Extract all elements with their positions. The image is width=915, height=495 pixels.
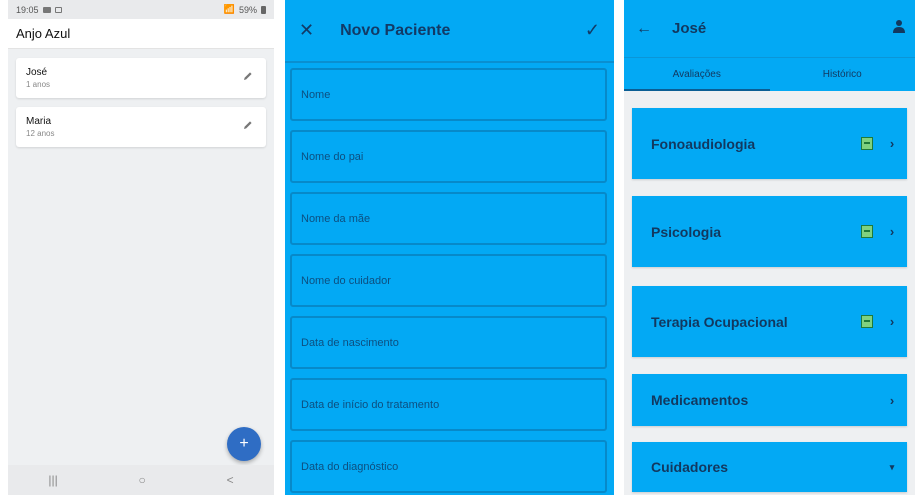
field-placeholder: Nome do pai — [301, 150, 364, 163]
name-field[interactable]: Nome — [290, 68, 607, 121]
tab-label: Avaliações — [672, 69, 721, 80]
tab-label: Histórico — [822, 69, 862, 80]
pdf-icon[interactable] — [861, 137, 873, 150]
home-button[interactable]: ○ — [139, 473, 146, 487]
treatment-start-date-field[interactable]: Data de início do tratamento — [290, 378, 607, 431]
signal-icon: 📶 — [223, 4, 235, 14]
field-placeholder: Nome do cuidador — [301, 274, 391, 287]
field-placeholder: Nome da mãe — [301, 212, 371, 225]
back-arrow-icon[interactable]: ← — [636, 20, 652, 38]
section-label: Fonoaudiologia — [651, 135, 756, 152]
system-nav-bar: ||| ○ < — [8, 465, 274, 495]
mother-name-field[interactable]: Nome da mãe — [290, 192, 607, 245]
section-label: Psicologia — [651, 223, 722, 240]
status-time: 19:05 — [16, 4, 39, 15]
gallery-icon — [42, 6, 51, 13]
pdf-icon[interactable] — [861, 315, 873, 328]
back-button[interactable]: < — [227, 473, 234, 487]
section-label: Terapia Ocupacional — [651, 313, 788, 330]
tab-historico[interactable]: Histórico — [770, 58, 915, 91]
app-title: Anjo Azul — [16, 26, 71, 41]
patient-name: Maria — [26, 116, 52, 127]
section-terapia-ocupacional[interactable]: Terapia Ocupacional › — [632, 286, 907, 357]
patient-list: José 1 anos Maria 12 anos — [16, 58, 266, 156]
birth-date-field[interactable]: Data de nascimento — [290, 316, 607, 369]
field-placeholder: Data de nascimento — [301, 336, 399, 349]
chevron-right-icon: › — [889, 392, 895, 408]
chevron-down-icon: ▾ — [889, 461, 895, 472]
patient-detail-screen: ← José Avaliações Histórico Fonoaudiolog… — [624, 0, 915, 495]
patient-list-screen: 19:05 📶 59% Anjo Azul José 1 anos Maria … — [8, 0, 274, 495]
section-psicologia[interactable]: Psicologia › — [632, 196, 907, 267]
field-placeholder: Data de início do tratamento — [301, 398, 440, 411]
app-bar: ✕ Novo Paciente ✓ — [285, 0, 614, 63]
section-medicamentos[interactable]: Medicamentos › — [632, 374, 907, 426]
field-placeholder: Nome — [301, 88, 331, 101]
status-bar: 19:05 📶 59% — [8, 0, 274, 19]
patient-name: José — [26, 67, 48, 78]
tab-bar: Avaliações Histórico — [624, 57, 915, 91]
edit-icon[interactable] — [242, 118, 254, 136]
check-icon[interactable]: ✓ — [585, 20, 600, 41]
diagnosis-date-field[interactable]: Data do diagnóstico — [290, 440, 607, 493]
patient-age: 1 anos — [26, 80, 51, 89]
new-patient-screen: ✕ Novo Paciente ✓ Nome Nome do pai Nome … — [285, 0, 614, 495]
battery-level: 59% — [238, 4, 257, 15]
patient-card[interactable]: Maria 12 anos — [16, 107, 266, 147]
section-label: Medicamentos — [651, 392, 749, 408]
app-bar: Anjo Azul — [8, 19, 274, 49]
tab-avaliacoes[interactable]: Avaliações — [624, 58, 770, 91]
battery-icon — [261, 5, 266, 14]
father-name-field[interactable]: Nome do pai — [290, 130, 607, 183]
section-cuidadores[interactable]: Cuidadores ▾ — [632, 442, 907, 492]
add-patient-button[interactable]: + — [227, 427, 261, 461]
chevron-right-icon: › — [889, 136, 895, 151]
section-fonoaudiologia[interactable]: Fonoaudiologia › — [632, 108, 907, 179]
section-label: Cuidadores — [651, 459, 729, 475]
edit-icon[interactable] — [242, 69, 254, 87]
page-title: José — [672, 20, 707, 37]
message-icon — [54, 6, 62, 13]
chevron-right-icon: › — [889, 314, 895, 329]
recents-button[interactable]: ||| — [48, 473, 57, 487]
chevron-right-icon: › — [889, 224, 895, 239]
caregiver-name-field[interactable]: Nome do cuidador — [290, 254, 607, 307]
patient-card[interactable]: José 1 anos — [16, 58, 266, 98]
app-bar: ← José — [624, 0, 915, 57]
page-title: Novo Paciente — [340, 21, 451, 39]
field-placeholder: Data do diagnóstico — [301, 460, 399, 473]
patient-age: 12 anos — [26, 129, 55, 138]
person-icon[interactable] — [893, 19, 905, 38]
close-icon[interactable]: ✕ — [299, 20, 314, 41]
pdf-icon[interactable] — [861, 225, 873, 238]
